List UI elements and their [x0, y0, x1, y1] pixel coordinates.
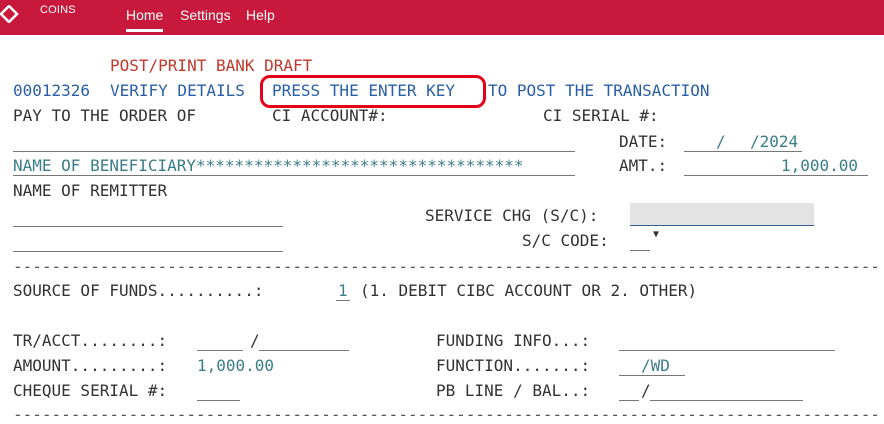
acct-field[interactable] — [259, 332, 349, 351]
funding-info-field[interactable] — [619, 332, 835, 351]
to-post-text: TO POST THE TRANSACTION — [488, 81, 710, 100]
date-year: /2024 — [750, 132, 799, 151]
nav-home[interactable]: Home — [126, 0, 164, 35]
separator-line-1: ----------------------------------------… — [13, 258, 877, 276]
amount-value[interactable]: 1,000.00 — [197, 357, 274, 375]
ci-account-field[interactable] — [13, 133, 575, 152]
source-funds-label: SOURCE OF FUNDS..........: — [13, 281, 264, 300]
brand-label: COINS — [40, 4, 76, 16]
top-nav-bar: COINS Home Settings Help — [0, 0, 884, 35]
separator-line-2: ----------------------------------------… — [13, 406, 877, 424]
source-funds-desc: (1. DEBIT CIBC ACCOUNT OR 2. OTHER) — [360, 281, 698, 300]
service-chg-label: SERVICE CHG (S/C): — [425, 206, 599, 225]
amt-label: AMT.: — [619, 156, 668, 175]
function-label: FUNCTION.......: — [436, 356, 591, 375]
pb-line-field[interactable] — [619, 382, 639, 401]
status-ref: 00012326 — [13, 81, 91, 100]
amt-value: 1,000.00 — [781, 156, 859, 175]
function-value: /WD — [641, 356, 670, 375]
beneficiary-underline — [13, 157, 575, 176]
sc-code-select[interactable] — [630, 232, 650, 251]
service-chg-input[interactable] — [630, 203, 814, 226]
pb-bal-field[interactable] — [650, 382, 803, 401]
date-sep-1: / — [716, 132, 726, 151]
pay-to-label: PAY TO THE ORDER OF — [13, 106, 197, 125]
nav-help[interactable]: Help — [246, 0, 275, 35]
source-funds-field — [336, 282, 350, 301]
funding-info-label: FUNDING INFO...: — [436, 331, 591, 350]
remitter-field-1[interactable] — [13, 208, 283, 227]
dropdown-arrow-icon[interactable]: ▼ — [653, 229, 659, 240]
ci-account-label: CI ACCOUNT#: — [272, 106, 388, 125]
remitter-label: NAME OF REMITTER — [13, 181, 168, 200]
date-label: DATE: — [619, 132, 668, 151]
verify-details-text: VERIFY DETAILS — [110, 81, 245, 100]
amount-label: AMOUNT.........: — [13, 356, 168, 375]
pb-line-label: PB LINE / BAL..: — [436, 381, 591, 400]
highlight-circle — [260, 75, 486, 108]
tr-field[interactable] — [197, 332, 243, 351]
ci-serial-label: CI SERIAL #: — [543, 106, 659, 125]
remitter-field-2[interactable] — [13, 233, 283, 252]
cheque-serial-field[interactable] — [197, 382, 240, 401]
form-title: POST/PRINT BANK DRAFT — [110, 56, 313, 75]
cheque-serial-label: CHEQUE SERIAL #: — [13, 381, 168, 400]
nav-settings[interactable]: Settings — [180, 0, 231, 35]
diamond-logo-icon — [0, 5, 19, 23]
sc-code-label: S/C CODE: — [522, 231, 609, 250]
tr-acct-label: TR/ACCT........: — [13, 331, 168, 350]
